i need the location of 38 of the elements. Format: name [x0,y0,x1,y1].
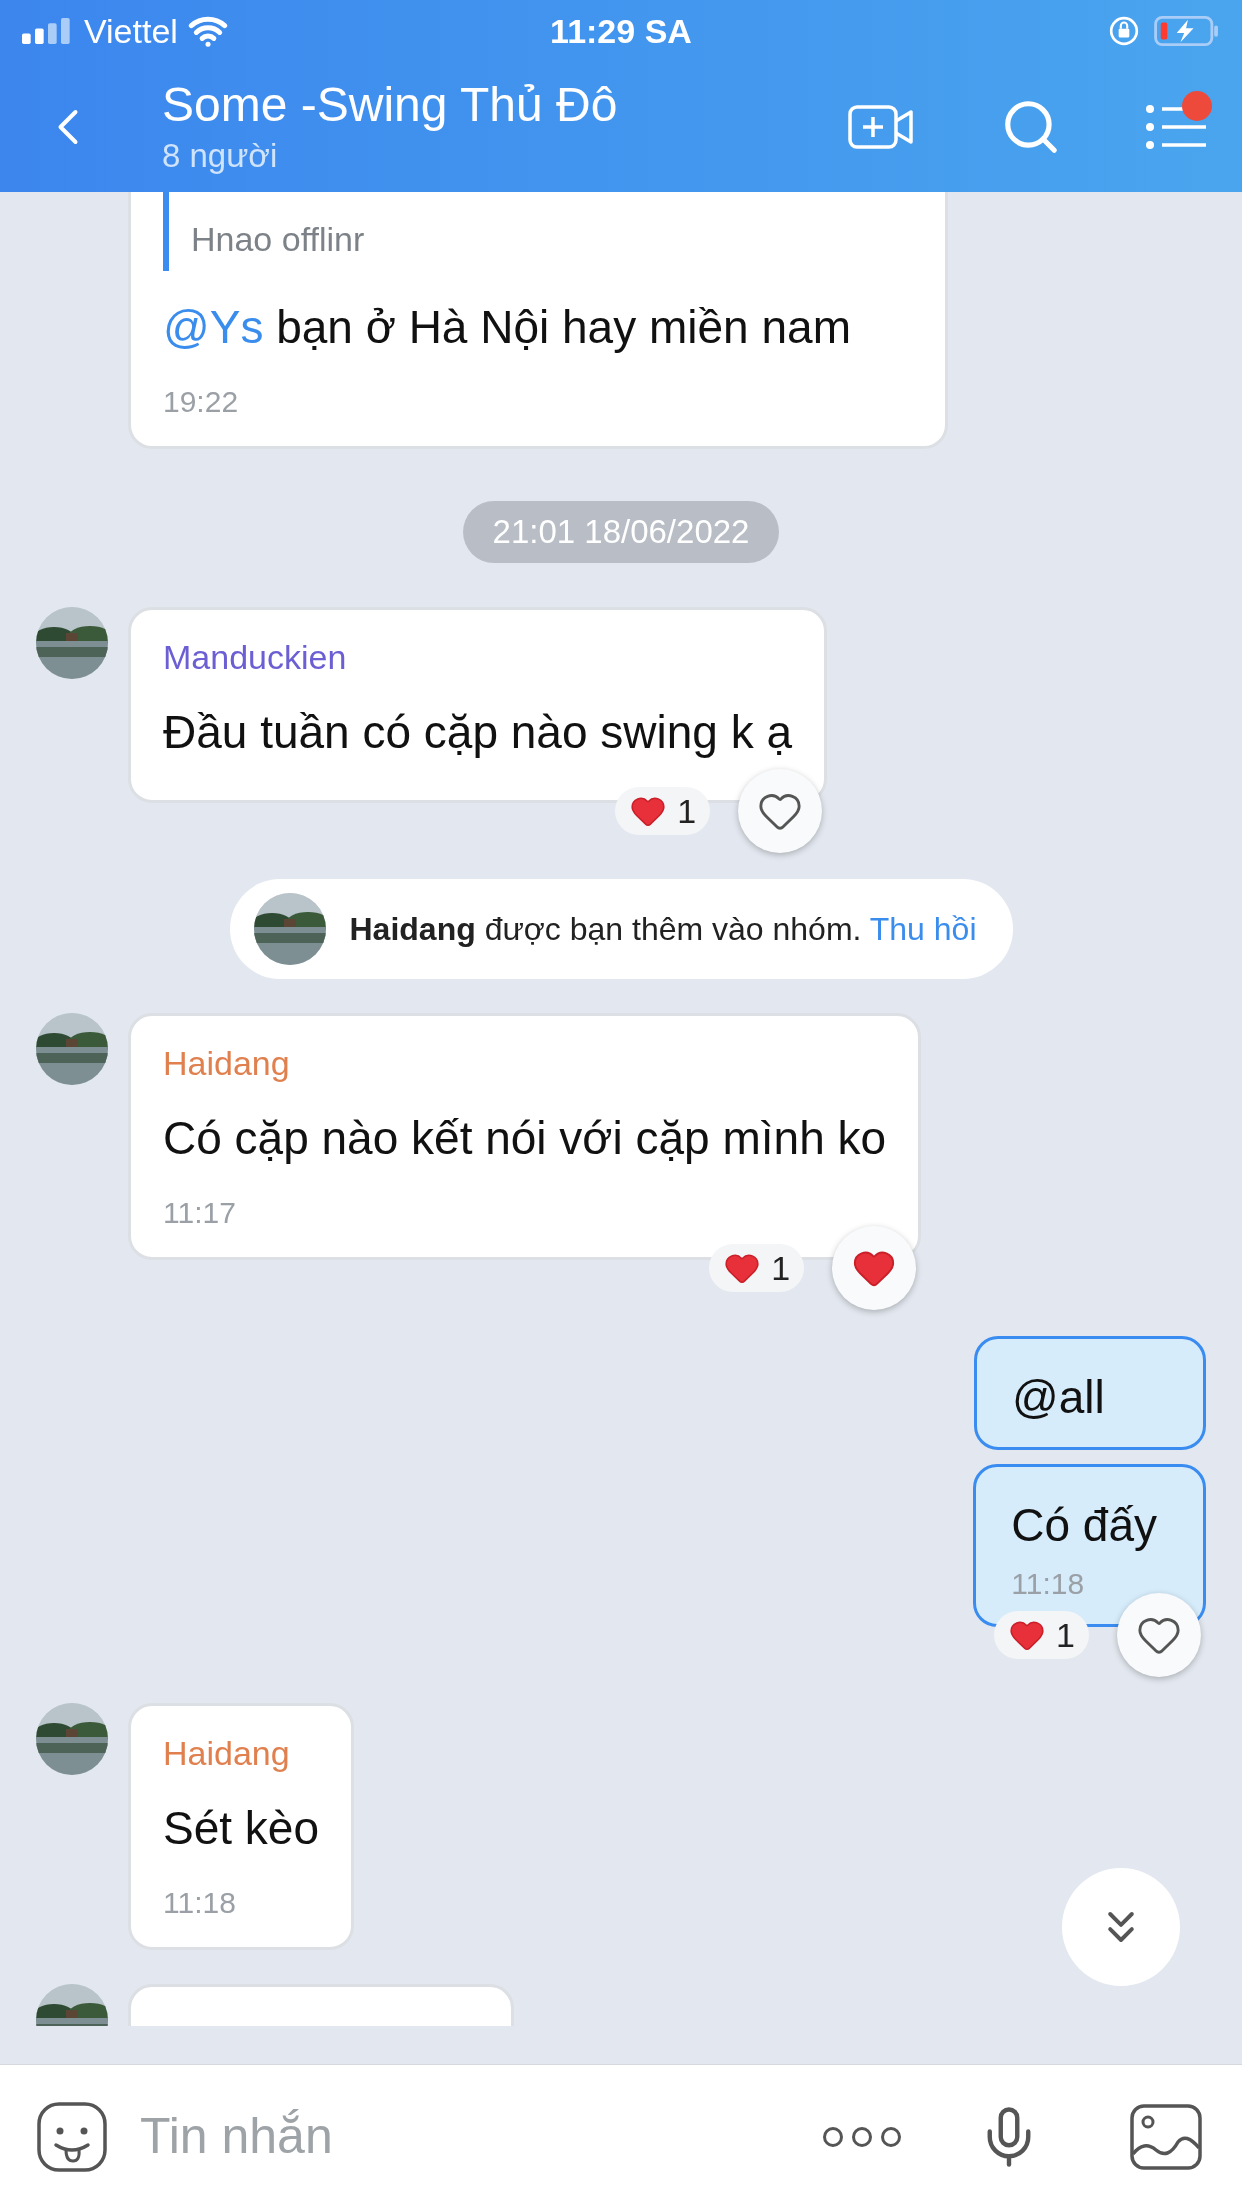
message-bubble[interactable]: Hnao offlinr @Ys bạn ở Hà Nội hay miền nam 19:22 [128,192,948,449]
member-count: 8 người [162,136,279,176]
date-label: 21:01 18/06/2022 [462,501,780,563]
message-input[interactable]: Tin nhắn [140,2099,822,2174]
quote-text: Hnao offlinr [191,220,365,258]
message-bubble[interactable]: @all [974,1336,1206,1450]
message-text: @Ys bạn ở Hà Nội hay miền nam [163,300,852,355]
message-text: @all [1012,1370,1106,1425]
message-time: 11:18 [163,1885,237,1921]
sticker-icon[interactable] [36,2100,108,2173]
message-time: 11:17 [163,1195,237,1231]
group-title: Some -Swing Thủ Đô [162,77,619,133]
image-icon[interactable] [1130,2103,1202,2170]
sender-name: Manduckien [163,637,348,678]
sender-name: Haidang [163,1733,291,1774]
clock: 11:29 SA [550,10,692,52]
rotation-lock-icon [1108,15,1140,47]
message-text: Sét kèo [163,1801,319,1856]
message-bubble[interactable]: Haidang Sét kèo 11:18 [128,1703,354,1950]
sender-name: Haidang [163,1043,291,1084]
message-text: Có cặp nào kết nói với cặp mình ko [163,1111,887,1166]
like-button[interactable] [832,1226,917,1310]
reaction-count[interactable]: 1 [994,1611,1089,1659]
battery-icon [1154,16,1220,46]
message-time: 11:18 [1011,1566,1086,1602]
carrier-name: Viettel [84,10,178,52]
more-icon[interactable] [822,2124,902,2149]
message-composer[interactable]: Tin nhắn [0,2064,1242,2208]
reaction-count[interactable]: 1 [615,787,711,835]
message-text: Đầu tuần có cặp nào swing k ạ [163,705,793,760]
reaction-count[interactable]: 1 [709,1244,805,1292]
like-button[interactable] [738,769,823,853]
video-call-icon[interactable] [848,103,914,151]
like-button[interactable] [1117,1593,1201,1677]
message-time: 19:22 [163,384,240,420]
message-text: Có đấy [1011,1498,1157,1553]
notice-text: Haidang được bạn thêm vào nhóm. Thu hồi [349,910,977,949]
quoted-message[interactable]: Hnao offlinr [163,192,913,271]
